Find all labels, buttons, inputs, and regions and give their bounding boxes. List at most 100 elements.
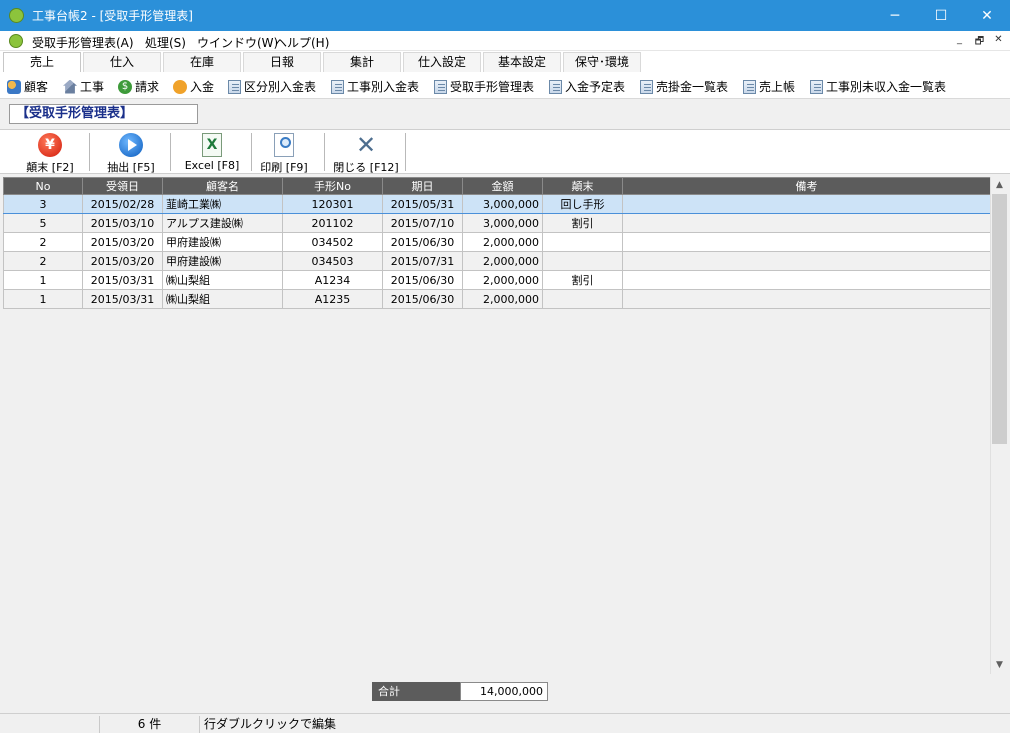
cell-due-date: 2015/07/10	[382, 213, 463, 233]
document-icon	[810, 79, 823, 94]
cell-received-date: 2015/03/31	[82, 289, 163, 309]
col-header-received-date[interactable]: 受領日	[82, 177, 163, 195]
menu-item-process[interactable]: 処理(S)	[145, 34, 186, 51]
separator	[324, 133, 325, 171]
excel-button[interactable]: X Excel [F8]	[172, 132, 252, 172]
link-customers[interactable]: 顧客	[7, 78, 48, 95]
mdi-close-button[interactable]: ✕	[991, 34, 1006, 48]
maximize-button[interactable]: ☐	[918, 0, 964, 31]
tab-purchase[interactable]: 仕入	[83, 52, 161, 72]
cell-settlement	[542, 289, 623, 309]
link-label: 入金	[190, 80, 215, 94]
link-construction[interactable]: 工事	[63, 78, 104, 95]
separator	[89, 133, 90, 171]
cell-customer: アルプス建設㈱	[162, 213, 283, 233]
status-panel	[0, 716, 100, 733]
document-icon	[640, 79, 653, 94]
cell-no: 2	[3, 251, 83, 271]
module-tabs: 売上 仕入 在庫 日報 集計 仕入設定 基本設定 保守･環境	[0, 51, 1010, 72]
separator	[170, 133, 171, 171]
link-sales-ledger[interactable]: 売上帳	[743, 78, 795, 95]
tab-daily-report[interactable]: 日報	[243, 52, 321, 72]
close-x-icon: ✕	[355, 131, 377, 159]
tab-inventory[interactable]: 在庫	[163, 52, 241, 72]
cell-settlement: 割引	[542, 213, 623, 233]
col-header-settlement[interactable]: 顛末	[542, 177, 623, 195]
link-receivables-list[interactable]: 売掛金一覧表	[640, 78, 728, 95]
link-label: 入金予定表	[565, 80, 626, 94]
settlement-button[interactable]: ¥ 顛末 [F2]	[10, 132, 90, 174]
house-icon	[63, 79, 77, 94]
scroll-down-arrow-icon[interactable]: ▼	[991, 657, 1008, 674]
vertical-scrollbar[interactable]: ▲ ▼	[990, 177, 1007, 674]
total-value: 14,000,000	[460, 682, 548, 701]
document-icon	[228, 79, 241, 94]
button-label: 閉じる [F12]	[333, 161, 399, 174]
total-label: 合計	[372, 682, 460, 701]
link-unpaid-by-construction[interactable]: 工事別未収入金一覧表	[810, 78, 946, 95]
button-label: 顛末 [F2]	[26, 161, 74, 174]
scroll-thumb[interactable]	[992, 194, 1007, 444]
col-header-note-no[interactable]: 手形No	[282, 177, 383, 195]
cell-no: 1	[3, 270, 83, 290]
tab-sales[interactable]: 売上	[3, 52, 81, 72]
document-icon	[434, 79, 447, 94]
link-payment[interactable]: 入金	[173, 78, 214, 95]
tab-maintenance[interactable]: 保守･環境	[563, 52, 641, 72]
menu-bar: 受取手形管理表(A) 処理(S) ウインドウ(W) ヘルプ(H) _ 🗗 ✕	[0, 31, 1010, 51]
page-title: 【受取手形管理表】	[9, 104, 198, 124]
link-toolbar: 顧客 工事 $ 請求 入金 区分別入金表 工事別入金表 受取手形管理表 入金予定…	[0, 72, 1010, 99]
cell-amount: 2,000,000	[462, 251, 543, 271]
cell-due-date: 2015/06/30	[382, 289, 463, 309]
scroll-up-arrow-icon[interactable]: ▲	[991, 177, 1008, 194]
link-label: 区分別入金表	[244, 80, 317, 94]
cell-amount: 2,000,000	[462, 270, 543, 290]
mdi-restore-button[interactable]: 🗗	[972, 34, 987, 48]
table-row[interactable]: 1 2015/03/31 ㈱山梨組 A1234 2015/06/30 2,000…	[3, 270, 990, 290]
document-icon	[331, 79, 344, 94]
cell-note-no: 201102	[282, 213, 383, 233]
extract-button[interactable]: 抽出 [F5]	[91, 132, 171, 174]
notes-table: No 受領日 顧客名 手形No 期日 金額 顛末 備考 3 2015/02/28…	[3, 177, 990, 309]
col-header-no[interactable]: No	[3, 177, 83, 195]
col-header-customer[interactable]: 顧客名	[162, 177, 283, 195]
menu-item-help[interactable]: ヘルプ(H)	[275, 34, 329, 51]
link-billing[interactable]: $ 請求	[118, 78, 159, 95]
link-payment-by-category[interactable]: 区分別入金表	[228, 78, 316, 95]
col-header-due-date[interactable]: 期日	[382, 177, 463, 195]
cell-settlement	[542, 251, 623, 271]
close-button[interactable]: ✕	[964, 0, 1010, 31]
table-row[interactable]: 3 2015/02/28 韮崎工業㈱ 120301 2015/05/31 3,0…	[3, 194, 990, 214]
close-window-button[interactable]: ✕ 閉じる [F12]	[326, 131, 406, 174]
menu-item-document[interactable]: 受取手形管理表(A)	[32, 34, 134, 51]
link-notes-receivable[interactable]: 受取手形管理表	[434, 78, 534, 95]
table-row[interactable]: 2 2015/03/20 甲府建設㈱ 034502 2015/06/30 2,0…	[3, 232, 990, 252]
tab-summary[interactable]: 集計	[323, 52, 401, 72]
tab-purchase-settings[interactable]: 仕入設定	[403, 52, 481, 72]
document-icon	[549, 79, 562, 94]
mdi-minimize-button[interactable]: _	[952, 34, 967, 48]
menu-item-window[interactable]: ウインドウ(W)	[197, 34, 278, 51]
window-title: 工事台帳2 - [受取手形管理表]	[32, 9, 193, 23]
table-row[interactable]: 5 2015/03/10 アルプス建設㈱ 201102 2015/07/10 3…	[3, 213, 990, 233]
col-header-remarks[interactable]: 備考	[622, 177, 990, 195]
cell-due-date: 2015/05/31	[382, 194, 463, 214]
link-payment-schedule[interactable]: 入金予定表	[549, 78, 625, 95]
customers-icon	[7, 79, 21, 94]
cell-remarks	[622, 251, 990, 271]
tab-basic-settings[interactable]: 基本設定	[483, 52, 561, 72]
print-button[interactable]: 印刷 [F9]	[244, 132, 324, 174]
cell-note-no: 034503	[282, 251, 383, 271]
cell-due-date: 2015/06/30	[382, 270, 463, 290]
col-header-amount[interactable]: 金額	[462, 177, 543, 195]
table-row[interactable]: 1 2015/03/31 ㈱山梨組 A1235 2015/06/30 2,000…	[3, 289, 990, 309]
table-row[interactable]: 2 2015/03/20 甲府建設㈱ 034503 2015/07/31 2,0…	[3, 251, 990, 271]
button-label: 印刷 [F9]	[260, 161, 308, 174]
yen-icon: ¥	[38, 133, 62, 157]
cell-due-date: 2015/07/31	[382, 251, 463, 271]
minimize-button[interactable]: ─	[872, 0, 918, 31]
title-bar: 工事台帳2 - [受取手形管理表] ─ ☐ ✕	[0, 0, 1010, 31]
link-payment-by-construction[interactable]: 工事別入金表	[331, 78, 419, 95]
link-label: 工事別未収入金一覧表	[826, 80, 947, 94]
dollar-icon: $	[118, 79, 132, 94]
